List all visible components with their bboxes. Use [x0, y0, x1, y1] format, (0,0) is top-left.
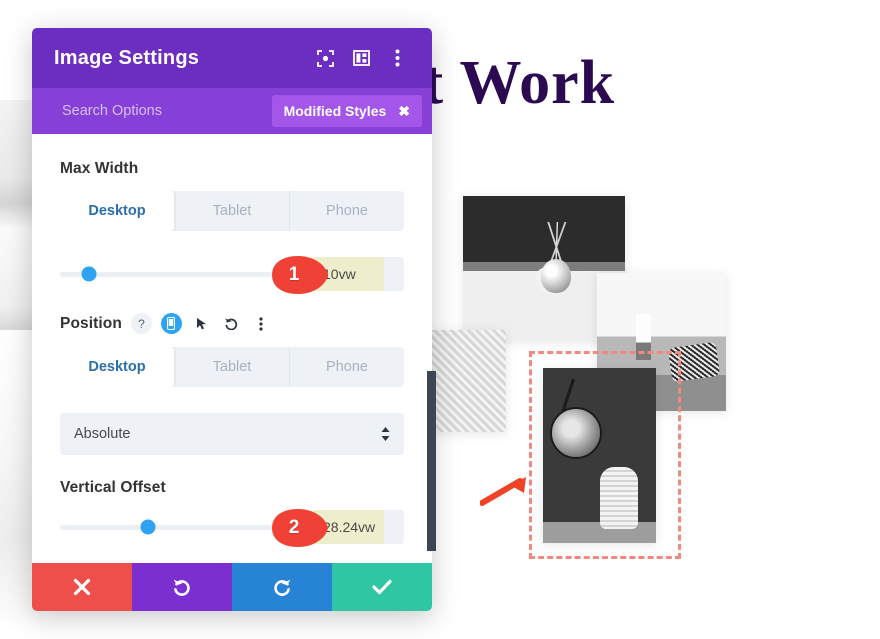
max-width-slider[interactable]: [60, 266, 298, 282]
pointer-arrow-icon: [480, 477, 526, 506]
max-width-label: Max Width: [60, 160, 139, 177]
modified-styles-label: Modified Styles: [283, 103, 387, 119]
position-device-tabs: Desktop Tablet Phone: [60, 347, 404, 387]
close-icon: [73, 578, 91, 596]
help-icon[interactable]: ?: [130, 313, 152, 334]
more-vertical-icon[interactable]: [251, 313, 272, 334]
max-width-slider-thumb[interactable]: [81, 266, 97, 282]
responsive-device-icon[interactable]: [160, 313, 182, 334]
vertical-offset-slider-thumb[interactable]: [140, 519, 156, 535]
max-width-value-box[interactable]: 10vw: [312, 257, 404, 291]
panel-body: Max Width Desktop Tablet Phone 10vw 1 Po…: [32, 134, 432, 563]
redo-button[interactable]: [232, 563, 332, 611]
chevron-updown-icon: [381, 427, 390, 441]
position-select-value: Absolute: [74, 426, 131, 442]
undo-button[interactable]: [132, 563, 232, 611]
cursor-arrow-icon[interactable]: [191, 313, 212, 334]
tab-tablet-position[interactable]: Tablet: [175, 347, 290, 387]
vertical-offset-value-box[interactable]: 28.24vw: [312, 510, 404, 544]
check-icon: [372, 579, 392, 595]
vertical-offset-value[interactable]: 28.24vw: [312, 510, 384, 544]
position-select[interactable]: Absolute: [60, 413, 404, 455]
vertical-offset-slider[interactable]: [60, 519, 298, 535]
image-settings-panel: Image Settings Modifi: [32, 28, 432, 611]
focus-icon[interactable]: [312, 45, 338, 71]
panel-action-bar: [32, 563, 432, 611]
close-icon[interactable]: ✖: [398, 104, 410, 118]
layout-columns-icon[interactable]: [348, 45, 374, 71]
search-input[interactable]: [60, 102, 272, 120]
decor-vase: [540, 259, 571, 294]
max-width-slider-row: 10vw 1: [60, 256, 404, 294]
vertical-offset-label: Vertical Offset: [60, 479, 166, 496]
panel-header: Image Settings: [32, 28, 432, 88]
tab-phone-position[interactable]: Phone: [290, 347, 404, 387]
photo-selected[interactable]: [543, 368, 656, 543]
undo-icon: [173, 579, 190, 596]
tab-desktop-max-width[interactable]: Desktop: [60, 191, 175, 231]
redo-icon: [274, 579, 291, 596]
decor-mirror: [549, 406, 602, 459]
search-bar: Modified Styles ✖: [32, 88, 432, 134]
vertical-offset-slider-row: 28.24vw 2: [60, 509, 404, 547]
more-vertical-icon[interactable]: [384, 45, 410, 71]
cancel-button[interactable]: [32, 563, 132, 611]
reset-undo-icon[interactable]: [221, 313, 242, 334]
max-width-device-tabs: Desktop Tablet Phone: [60, 191, 404, 231]
position-label-row: Position ?: [60, 313, 404, 334]
save-button[interactable]: [332, 563, 432, 611]
photo-chairs[interactable]: [432, 330, 506, 432]
tab-tablet-max-width[interactable]: Tablet: [175, 191, 290, 231]
decor-tall-vase: [599, 467, 638, 529]
tab-phone-max-width[interactable]: Phone: [290, 191, 404, 231]
position-label: Position: [60, 314, 122, 332]
tab-desktop-position[interactable]: Desktop: [60, 347, 175, 387]
max-width-value[interactable]: 10vw: [312, 257, 384, 291]
panel-scrollbar[interactable]: [427, 371, 436, 551]
modified-styles-badge[interactable]: Modified Styles ✖: [271, 95, 422, 127]
panel-title: Image Settings: [54, 46, 200, 69]
